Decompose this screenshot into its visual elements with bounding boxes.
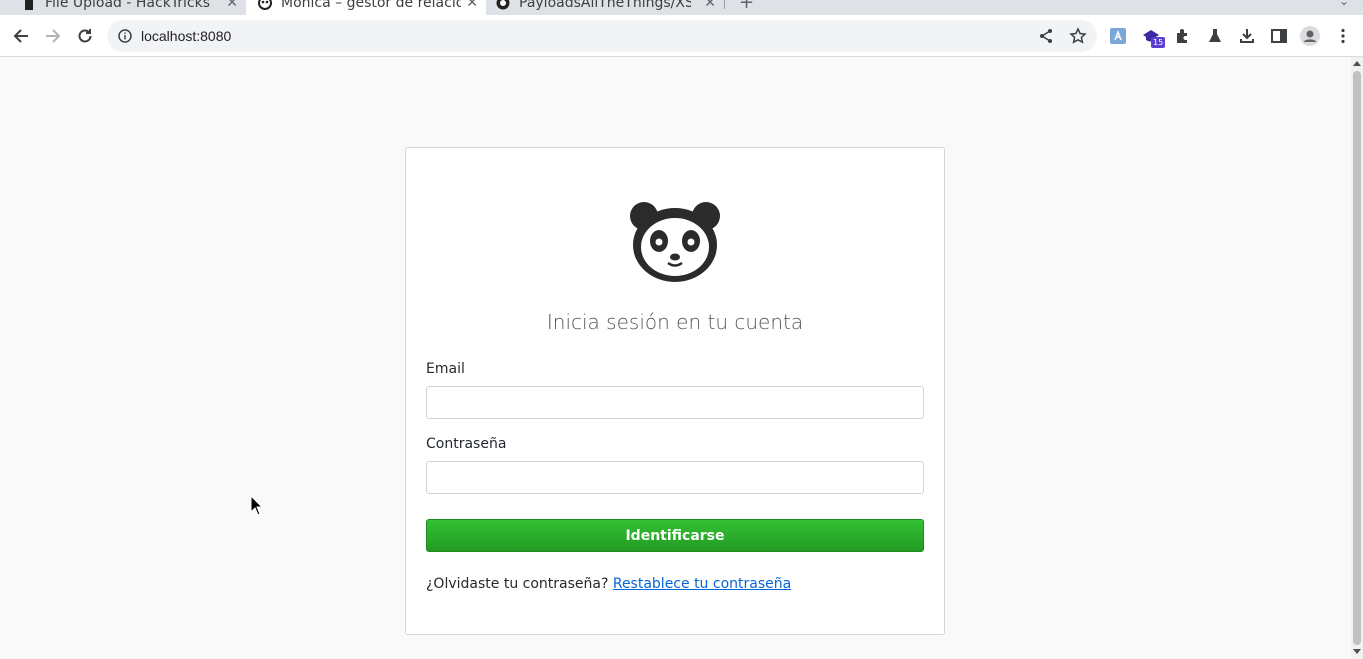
tab-payloads[interactable]: PayloadsAllTheThings/XSS ✕ [486, 0, 724, 15]
reload-button[interactable] [74, 25, 96, 47]
share-icon[interactable] [1037, 27, 1055, 45]
puzzle-icon[interactable] [1174, 27, 1192, 45]
email-label: Email [426, 361, 465, 377]
page-viewport: Inicia sesión en tu cuenta Email Contras… [0, 57, 1351, 659]
forgot-password-text: ¿Olvidaste tu contraseña? [426, 576, 609, 592]
forward-button[interactable] [42, 25, 64, 47]
download-icon[interactable] [1238, 27, 1256, 45]
chevron-down-icon[interactable]: ⌄ [1339, 0, 1349, 8]
translate-icon[interactable] [1109, 27, 1127, 45]
tab-title: PayloadsAllTheThings/XSS [519, 0, 691, 11]
password-label: Contraseña [426, 436, 507, 452]
tab-title: Monica – gestor de relacio [281, 0, 461, 11]
page-title: Inicia sesión en tu cuenta [546, 310, 804, 334]
tab-hacktricks[interactable]: File Upload - HackTricks ✕ [10, 0, 246, 15]
submit-button[interactable]: Identificarse [426, 519, 924, 552]
hacktricks-favicon-icon [25, 0, 33, 10]
close-icon[interactable]: ✕ [704, 0, 716, 11]
sidepanel-icon[interactable] [1270, 27, 1288, 45]
address-bar[interactable]: localhost:8080 [107, 20, 1097, 52]
reset-password-link[interactable]: Restablece tu contraseña [613, 576, 791, 592]
star-icon[interactable] [1069, 27, 1087, 45]
password-field[interactable] [426, 461, 924, 494]
forward-icon [46, 29, 61, 43]
reload-icon [78, 29, 92, 43]
back-icon [13, 29, 28, 43]
extension-badge-button[interactable]: 15 [1141, 26, 1166, 50]
new-tab-button[interactable]: + [739, 0, 754, 13]
login-card: Inicia sesión en tu cuenta Email Contras… [405, 147, 945, 635]
email-field[interactable] [426, 386, 924, 419]
scroll-down-arrow-icon[interactable] [1353, 649, 1361, 654]
mouse-cursor-icon [250, 495, 264, 516]
scrollbar-thumb[interactable] [1353, 71, 1361, 645]
info-icon[interactable] [118, 29, 132, 43]
close-icon[interactable]: ✕ [466, 0, 478, 11]
tab-title: File Upload - HackTricks [45, 0, 211, 11]
panda-logo [630, 202, 720, 282]
github-icon [496, 0, 510, 10]
panda-favicon-icon [258, 0, 272, 10]
browser-toolbar: localhost:8080 15 [0, 15, 1363, 57]
close-icon[interactable]: ✕ [226, 0, 238, 11]
extension-badge-count: 15 [1151, 37, 1166, 48]
forgot-password-row: ¿Olvidaste tu contraseña? Restablece tu … [426, 576, 791, 592]
vertical-scrollbar[interactable] [1351, 57, 1363, 659]
tab-separator [724, 0, 725, 9]
tab-monica[interactable]: Monica – gestor de relacio ✕ [246, 0, 486, 15]
tab-strip: File Upload - HackTricks ✕ Monica – gest… [0, 0, 1363, 15]
back-button[interactable] [10, 25, 32, 47]
profile-icon[interactable] [1299, 25, 1321, 47]
labs-icon[interactable] [1206, 27, 1224, 45]
scroll-up-arrow-icon[interactable] [1353, 61, 1361, 66]
menu-icon[interactable] [1334, 27, 1352, 45]
url-text[interactable]: localhost:8080 [141, 28, 231, 44]
